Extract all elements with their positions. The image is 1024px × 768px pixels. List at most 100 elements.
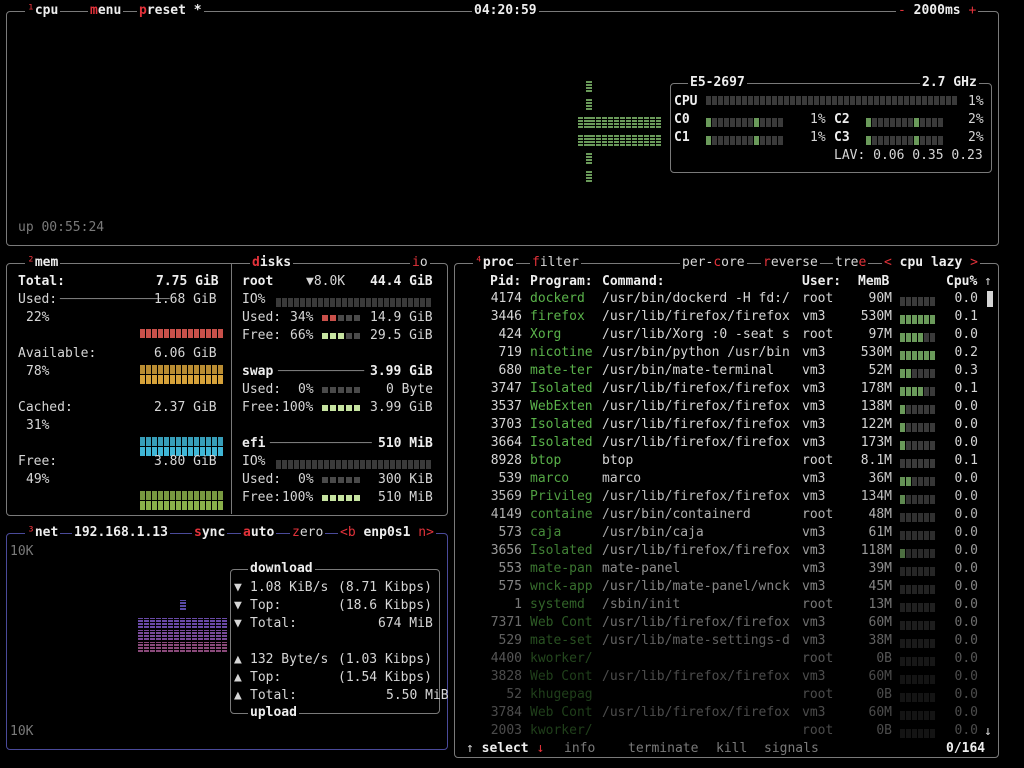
process-row[interactable]: 553 mate-pan mate-panel vm3 39M 0.0 [456, 561, 986, 579]
process-row[interactable]: 3828 Web Cont/usr/lib/firefox/firefox vm3 6… [456, 669, 986, 687]
per-core-toggle[interactable]: per-core [680, 255, 747, 271]
process-row[interactable]: 424 Xorg/usr/lib/Xorg :0 -seat s root 97M 0.… [456, 327, 986, 345]
sort-prev-button[interactable]: < [884, 255, 892, 270]
process-row[interactable]: 4400 kworker/root 0B 0.0 [456, 651, 986, 669]
sync-toggle[interactable]: sync [192, 525, 228, 541]
disk-efi-name: efi [242, 436, 266, 451]
process-row[interactable]: 7371 Web Cont/usr/lib/firefox/firefox vm3 6… [456, 615, 986, 633]
disk-efi-free-label: Free: [242, 490, 282, 505]
col-header-command[interactable]: Command: [602, 273, 665, 291]
next-iface-button[interactable]: n> [418, 525, 434, 540]
net-graph-bar [198, 630, 203, 640]
scrollbar-thumb[interactable] [987, 291, 993, 307]
auto-toggle[interactable]: auto [241, 525, 277, 541]
process-row[interactable]: 2003 kworker/root 0B 0.0 [456, 723, 986, 741]
process-program: Isolated [530, 543, 593, 558]
process-row[interactable]: 719 nicotine/usr/bin/python /usr/bin vm3 53… [456, 345, 986, 363]
meter-cell [718, 96, 723, 105]
process-mem-meter [900, 403, 936, 418]
process-pid: 3569 [490, 489, 522, 504]
select-up-icon[interactable]: ↑ [466, 741, 474, 756]
net-graph-bar [186, 618, 191, 628]
col-header-cpu[interactable]: Cpu% [946, 273, 977, 291]
process-row[interactable]: 3664 Isolated/usr/lib/firefox/firefox vm3 1… [456, 435, 986, 453]
proc-title[interactable]: ⁴proc [473, 255, 517, 271]
process-program: khugepag [530, 687, 593, 702]
process-row[interactable]: 4174 dockerd/usr/bin/dockerd -H fd:/ root 9… [456, 291, 986, 309]
process-row[interactable]: 3747 Isolated/usr/lib/firefox/firefox vm3 1… [456, 381, 986, 399]
mem-title[interactable]: ²mem [25, 255, 61, 271]
col-header-user[interactable]: User: [802, 273, 841, 291]
process-pid: 529 [498, 633, 522, 648]
core-meter [706, 115, 784, 133]
reverse-toggle[interactable]: reverse [761, 255, 820, 271]
net-title[interactable]: ³net [25, 525, 61, 541]
net-graph-bar [216, 618, 221, 628]
meter-cell [940, 96, 945, 105]
meter-cell [736, 96, 741, 105]
interval-increase-button[interactable]: + [968, 3, 976, 18]
zero-toggle[interactable]: zero [290, 525, 326, 541]
meter-cell [850, 96, 855, 105]
disk-efi-free-pct: 100% [282, 490, 314, 505]
cpu-graph-bar [608, 116, 613, 128]
col-header-pid[interactable]: Pid: [490, 273, 521, 291]
cpu-title[interactable]: ¹cpu [25, 3, 61, 19]
scroll-up-icon[interactable]: ↑ [984, 273, 992, 291]
select-down-icon[interactable]: ↓ [536, 741, 544, 756]
sort-selector[interactable]: < cpu lazy > [882, 255, 980, 271]
info-button[interactable]: info [562, 741, 598, 757]
filter-button[interactable]: filter [530, 255, 581, 271]
process-row[interactable]: 3537 WebExten/usr/lib/firefox/firefox vm3 1… [456, 399, 986, 417]
process-row[interactable]: 3569 Privileg/usr/lib/firefox/firefox vm3 1… [456, 489, 986, 507]
prev-iface-button[interactable]: <b [340, 525, 356, 540]
net-graph-bar [180, 600, 186, 610]
tree-toggle[interactable]: tree [833, 255, 869, 271]
col-header-mem[interactable]: MemB [858, 273, 889, 291]
col-header-program[interactable]: Program: [530, 273, 593, 291]
process-cpu: 0.2 [954, 345, 978, 360]
process-pid: 3747 [490, 381, 522, 396]
process-row[interactable]: 575 wnck-app/usr/lib/mate-panel/wnck vm3 45… [456, 579, 986, 597]
process-row[interactable]: 3656 Isolated/usr/lib/firefox/firefox vm3 1… [456, 543, 986, 561]
process-mem-meter [900, 655, 936, 670]
core-pct: 1% [810, 112, 826, 127]
terminate-button[interactable]: terminate [626, 741, 701, 757]
process-mem: 118M [860, 543, 892, 558]
interval-decrease-button[interactable]: - [898, 3, 906, 18]
process-row[interactable]: 3446 firefox/usr/lib/firefox/firefox vm3 53… [456, 309, 986, 327]
process-mem: 97M [868, 327, 892, 342]
upload-top-label: Top: [250, 670, 282, 685]
process-row[interactable]: 1 systemd/sbin/init root 13M 0.0 [456, 597, 986, 615]
process-program: mate-ter [530, 363, 593, 378]
process-mem-meter [900, 583, 936, 598]
io-toggle[interactable]: io [410, 255, 430, 271]
disks-title[interactable]: disks [250, 255, 294, 271]
sort-next-button[interactable]: > [970, 255, 978, 270]
process-row[interactable]: 529 mate-set/usr/lib/mate-settings-d vm3 38… [456, 633, 986, 651]
process-row[interactable]: 8928 btop btop root 8.1M 0.1 [456, 453, 986, 471]
process-row[interactable]: 680 mate-ter/usr/bin/mate-terminal vm3 52M 0… [456, 363, 986, 381]
iface-selector[interactable]: <b enp0s1 n> [338, 525, 436, 541]
process-pid: 680 [498, 363, 522, 378]
process-row[interactable]: 573 caja/usr/bin/caja vm3 61M 0.0 [456, 525, 986, 543]
select-control[interactable]: ↑ select ↓ [464, 741, 547, 757]
process-row[interactable]: 3703 Isolated/usr/lib/firefox/firefox vm3 1… [456, 417, 986, 435]
preset-button[interactable]: preset * [137, 3, 204, 19]
meter-cell [784, 96, 789, 105]
signals-button[interactable]: signals [762, 741, 821, 757]
interval-value: 2000ms [913, 3, 961, 18]
meter-cell [844, 96, 849, 105]
net-graph-bar [150, 618, 155, 628]
core-label: C3 [834, 130, 850, 145]
process-row[interactable]: 4149 containe/usr/bin/containerd root 48M 0.… [456, 507, 986, 525]
kill-button[interactable]: kill [714, 741, 750, 757]
process-row[interactable]: 539 marco marco vm3 36M 0.0 [456, 471, 986, 489]
process-row[interactable]: 52 khugepag root 0B 0.0 [456, 687, 986, 705]
interval-control[interactable]: - 2000ms + [896, 3, 979, 19]
disk-swap-used-pct: 0% [298, 382, 314, 397]
net-graph-bar [144, 630, 149, 640]
proc-hotkey: ⁴ [475, 255, 483, 270]
process-row[interactable]: 3784 Web Cont/usr/lib/firefox/firefox vm3 6… [456, 705, 986, 723]
menu-button[interactable]: menu [88, 3, 124, 19]
